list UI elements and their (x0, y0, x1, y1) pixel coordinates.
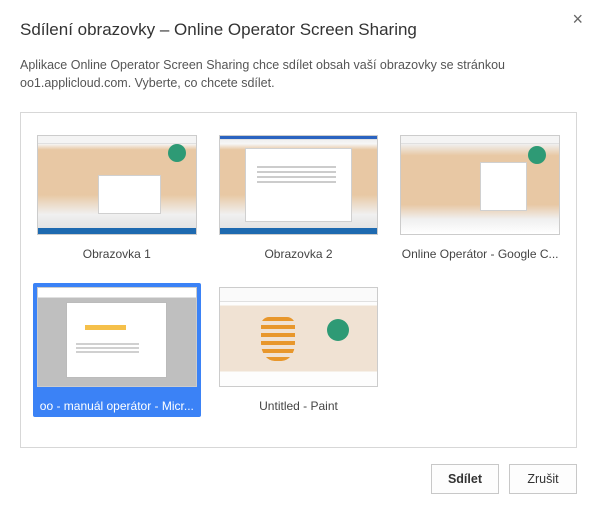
thumbnail (37, 135, 197, 235)
source-label: Obrazovka 1 (83, 247, 151, 261)
thumbnail (219, 287, 379, 387)
source-item-word[interactable]: oo - manuál operátor - Micr... (33, 283, 201, 417)
thumbnail (400, 135, 560, 235)
source-list: Obrazovka 1 Obrazovka 2 Online Operátor … (20, 112, 577, 448)
source-label: Untitled - Paint (259, 399, 338, 413)
source-label: Online Operátor - Google C... (402, 247, 559, 261)
cancel-button[interactable]: Zrušit (509, 464, 577, 494)
source-label: oo - manuál operátor - Micr... (40, 399, 194, 413)
source-item-obrazovka-2[interactable]: Obrazovka 2 (215, 131, 383, 265)
screen-share-dialog: × Sdílení obrazovky – Online Operator Sc… (0, 0, 597, 512)
dialog-description: Aplikace Online Operator Screen Sharing … (20, 56, 577, 92)
thumbnail (37, 287, 197, 387)
thumbnail (219, 135, 379, 235)
dialog-footer: Sdílet Zrušit (20, 448, 577, 494)
source-label: Obrazovka 2 (264, 247, 332, 261)
source-item-paint[interactable]: Untitled - Paint (215, 283, 383, 417)
source-item-google-chrome[interactable]: Online Operátor - Google C... (396, 131, 564, 265)
close-icon[interactable]: × (572, 10, 583, 28)
source-item-obrazovka-1[interactable]: Obrazovka 1 (33, 131, 201, 265)
dialog-title: Sdílení obrazovky – Online Operator Scre… (20, 20, 577, 40)
share-button[interactable]: Sdílet (431, 464, 499, 494)
